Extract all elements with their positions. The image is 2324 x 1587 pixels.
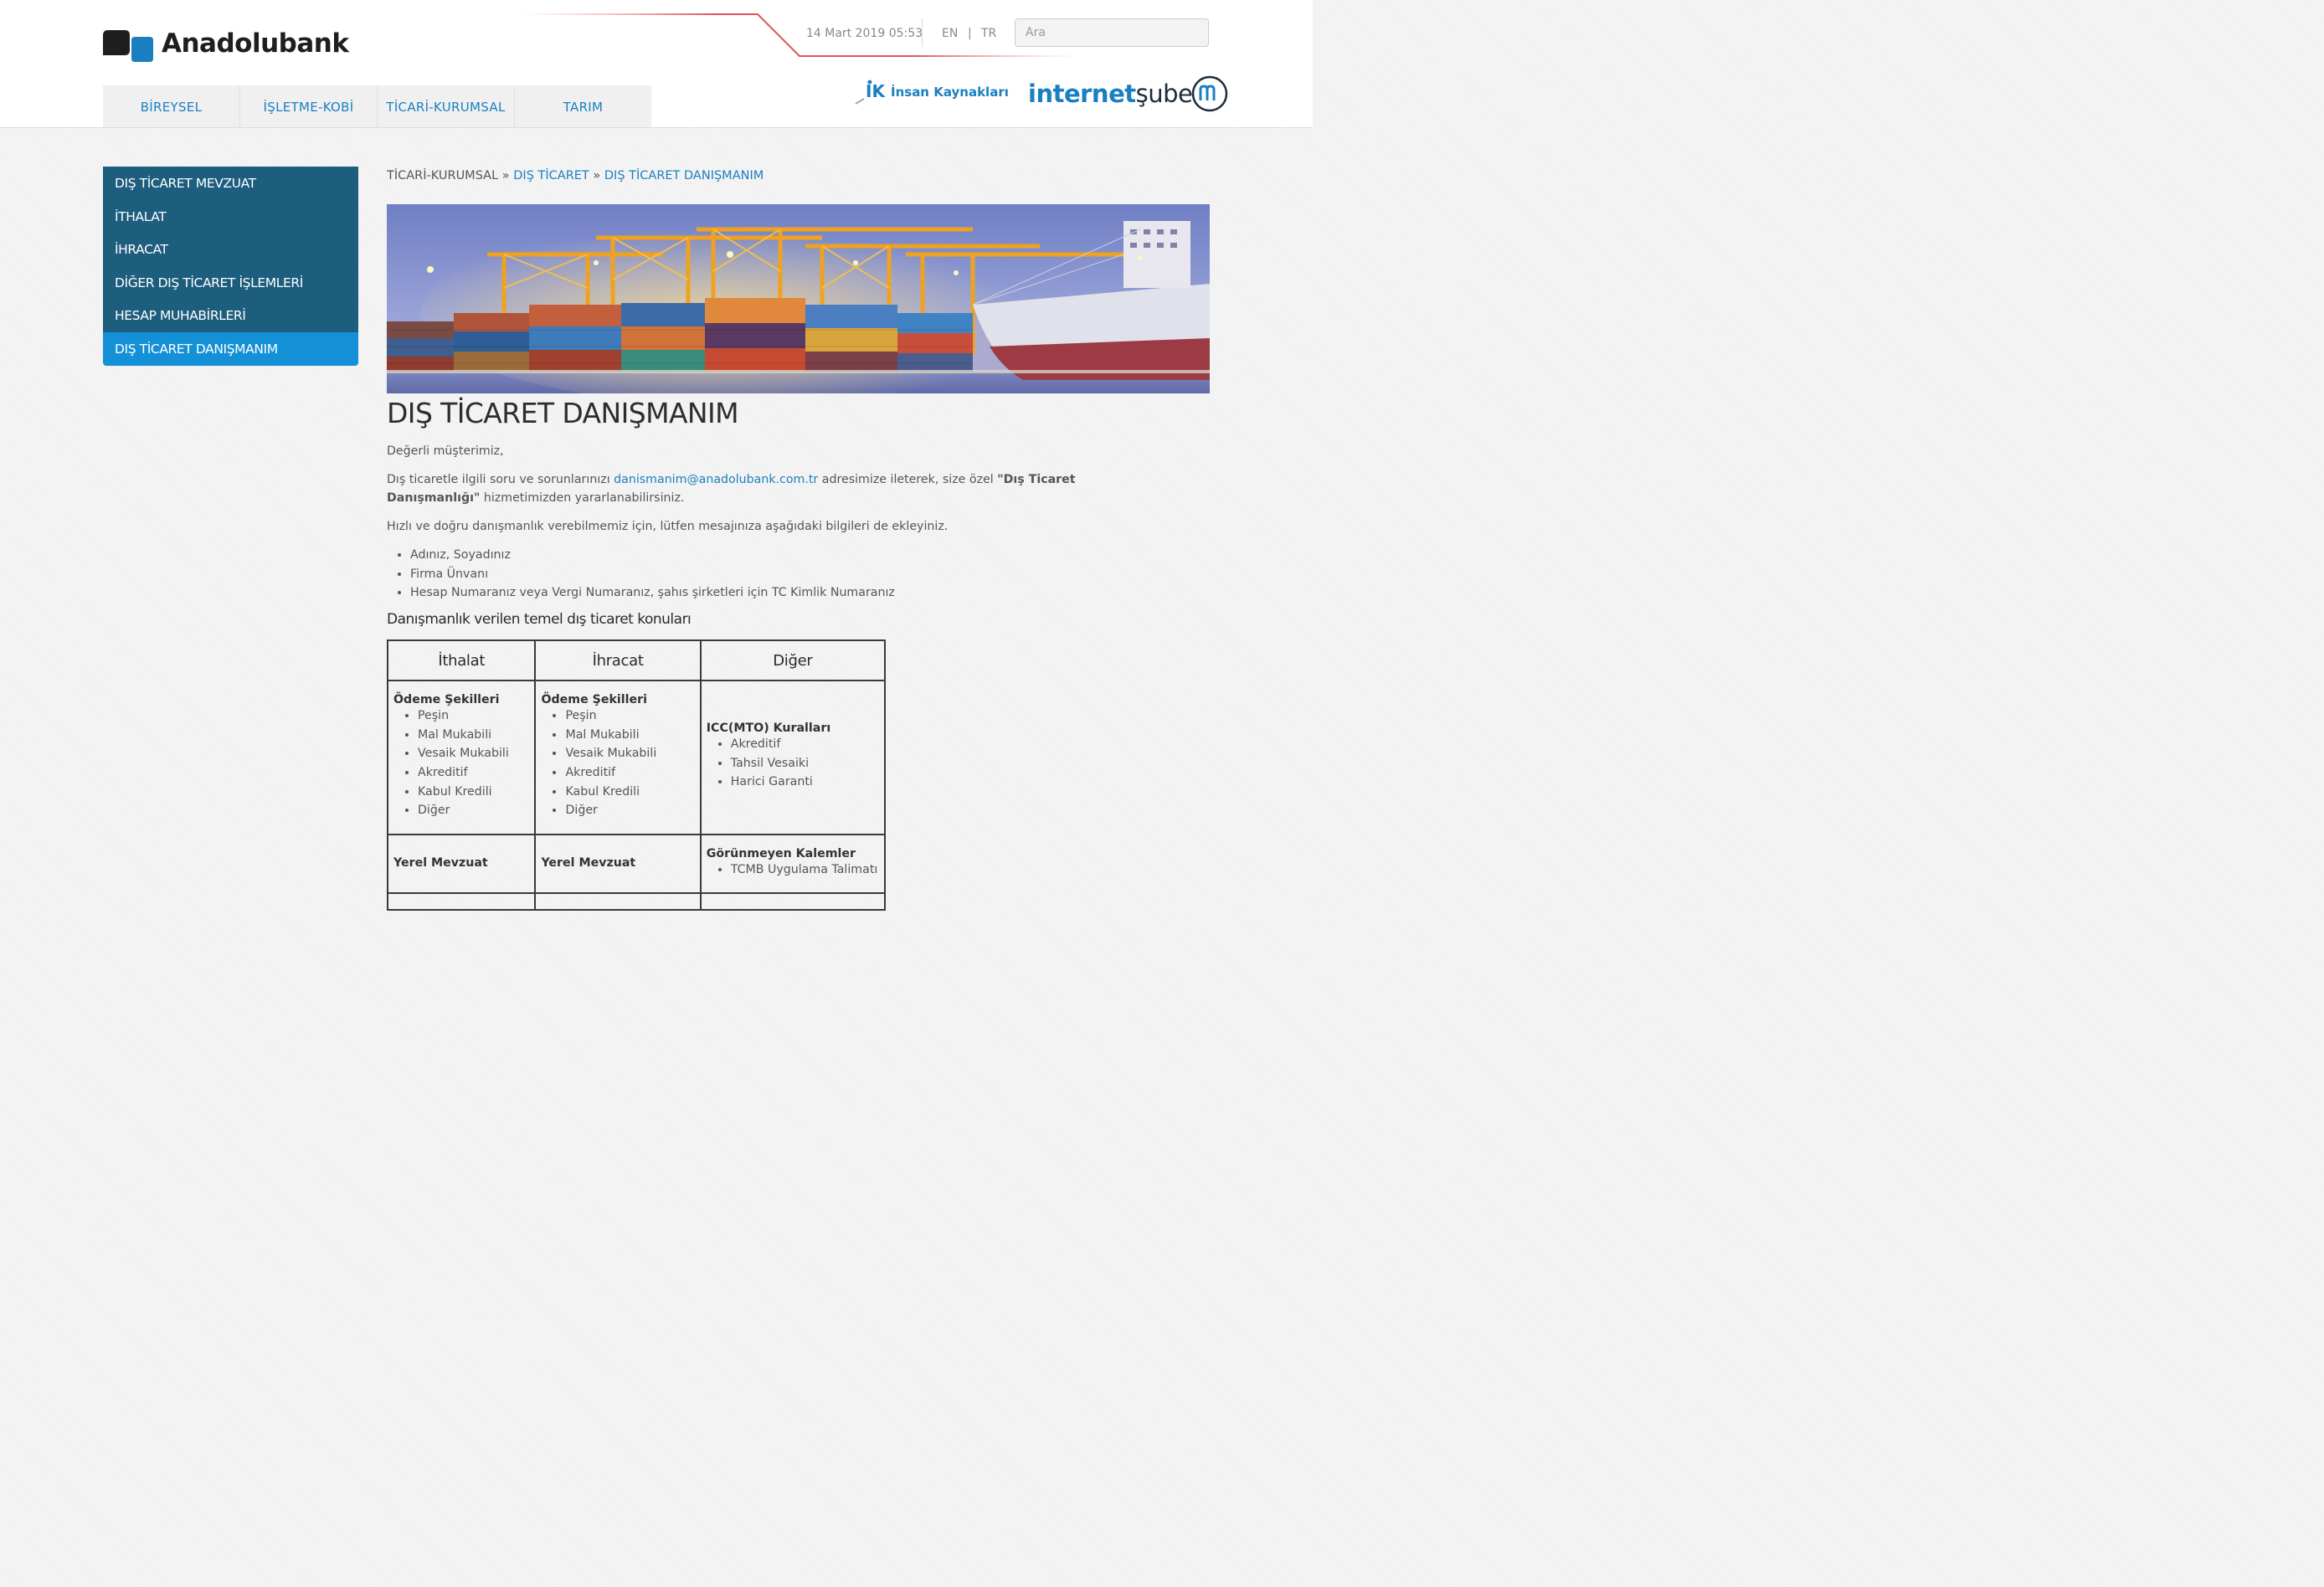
internet-sube-link[interactable]: internet şube: [1028, 74, 1229, 114]
list-item: Kabul Kredili: [418, 783, 529, 802]
cell-title: Ödeme Şekilleri: [393, 692, 500, 706]
table-row: [386, 892, 887, 911]
table-cell: Görünmeyen Kalemler TCMB Uygulama Talima…: [699, 834, 887, 894]
table-cell: Ödeme Şekilleri Peşin Mal Mukabili Vesai…: [386, 680, 537, 835]
sidebar-item-dis-ticaret-mevzuat[interactable]: DIŞ TİCARET MEVZUAT: [103, 167, 358, 200]
cell-title: Görünmeyen Kalemler: [706, 846, 856, 860]
intro-text-end: hizmetimizden yararlanabilirsiniz.: [480, 491, 685, 505]
list-item: Akreditif: [418, 763, 529, 783]
cell-title: Ödeme Şekilleri: [541, 692, 647, 706]
table-header-row: İthalat İhracat Diğer: [386, 639, 887, 681]
nav-item-bireysel[interactable]: BİREYSEL: [103, 85, 240, 127]
table-row: Ödeme Şekilleri Peşin Mal Mukabili Vesai…: [386, 680, 887, 835]
isube-text-sube: şube: [1135, 80, 1193, 108]
list-item: Mal Mukabili: [418, 726, 529, 745]
sidebar-item-ihracat[interactable]: İHRACAT: [103, 233, 358, 266]
search-input[interactable]: [1015, 18, 1209, 47]
list-item: Hesap Numaranız veya Vergi Numaranız, şa…: [410, 583, 895, 603]
ik-label: İnsan Kaynakları: [891, 85, 1009, 100]
intro-text-middle: adresimize ileterek, size özel: [818, 473, 998, 486]
site-header: Anadolubank 14 Mart 2019 05:53 EN | TR B…: [0, 0, 1313, 128]
table-cell: Ödeme Şekilleri Peşin Mal Mukabili Vesai…: [534, 680, 702, 835]
intro-text-start: Dış ticaretle ilgili soru ve sorunlarını…: [387, 473, 614, 486]
lang-tr-link[interactable]: TR: [981, 27, 996, 40]
greeting-text: Değerli müşterimiz,: [387, 444, 504, 458]
table-row: Yerel Mevzuat Yerel Mevzuat Görünmeyen K…: [386, 834, 887, 894]
list-item: Diğer: [418, 801, 529, 820]
list-item: Kabul Kredili: [565, 783, 694, 802]
list-item: Adınız, Soyadınız: [410, 546, 895, 565]
list-item: Peşin: [565, 706, 694, 726]
cell-list: Peşin Mal Mukabili Vesaik Mukabili Akred…: [393, 706, 529, 820]
decorative-red-line: [519, 13, 1080, 57]
nav-item-isletme-kobi[interactable]: İŞLETME-KOBİ: [240, 85, 378, 127]
list-item: Firma Ünvanı: [410, 565, 895, 584]
list-item: Diğer: [565, 801, 694, 820]
current-datetime: 14 Mart 2019 05:53: [806, 27, 923, 40]
insan-kaynaklari-link[interactable]: İK İnsan Kaynakları: [854, 79, 1009, 105]
info-request-text: Hızlı ve doğru danışmanlık verebilmemiz …: [387, 520, 949, 533]
table-cell: ICC(MTO) Kuralları Akreditif Tahsil Vesa…: [699, 680, 887, 835]
sidebar-item-hesap-muhabirleri[interactable]: HESAP MUHABİRLERİ: [103, 299, 358, 332]
breadcrumb-root[interactable]: TİCARİ-KURUMSAL: [387, 169, 498, 182]
cell-title: Yerel Mevzuat: [393, 856, 488, 870]
main-nav: BİREYSEL İŞLETME-KOBİ TİCARİ-KURUMSAL TA…: [103, 85, 651, 127]
column-header-ithalat: İthalat: [386, 639, 537, 681]
list-item: Vesaik Mukabili: [418, 744, 529, 763]
table-cell: [534, 892, 702, 911]
sidebar-item-ithalat[interactable]: İTHALAT: [103, 199, 358, 234]
email-link[interactable]: danismanim@anadolubank.com.tr: [614, 473, 818, 486]
list-item: Tahsil Vesaiki: [731, 754, 879, 773]
column-header-diger: Diğer: [699, 639, 887, 681]
sidebar-menu: DIŞ TİCARET MEVZUAT İTHALAT İHRACAT DİĞE…: [103, 167, 358, 366]
sidebar-item-dis-ticaret-danismanim[interactable]: DIŞ TİCARET DANIŞMANIM: [103, 331, 358, 366]
table-cell: [699, 892, 887, 911]
page-title: DIŞ TİCARET DANIŞMANIM: [387, 397, 739, 429]
list-item: Mal Mukabili: [565, 726, 694, 745]
topics-table: İthalat İhracat Diğer Ödeme Şekilleri Pe…: [386, 639, 887, 911]
breadcrumb-current[interactable]: DIŞ TİCARET DANIŞMANIM: [604, 169, 764, 182]
list-item: Akreditif: [565, 763, 694, 783]
cell-list: TCMB Uygulama Talimatı: [707, 860, 879, 880]
list-item: Vesaik Mukabili: [565, 744, 694, 763]
logo-mark-icon: [103, 30, 153, 62]
list-item: Akreditif: [731, 735, 879, 754]
breadcrumb: TİCARİ-KURUMSAL » DIŞ TİCARET » DIŞ TİCA…: [387, 169, 764, 182]
table-cell: Yerel Mevzuat: [534, 834, 702, 894]
isube-text-internet: internet: [1028, 80, 1136, 108]
cell-title: Yerel Mevzuat: [541, 856, 636, 870]
nav-item-tarim[interactable]: TARIM: [515, 85, 651, 127]
sidebar-item-diger-islemler[interactable]: DİĞER DIŞ TİCARET İŞLEMLERİ: [103, 265, 358, 300]
isube-m-icon: [1192, 75, 1228, 112]
column-header-ihracat: İhracat: [534, 639, 702, 681]
breadcrumb-dis-ticaret[interactable]: DIŞ TİCARET: [513, 169, 589, 182]
table-heading: Danışmanlık verilen temel dış ticaret ko…: [387, 611, 692, 628]
lang-en-link[interactable]: EN: [942, 27, 958, 40]
breadcrumb-separator: »: [501, 169, 510, 182]
list-item: Harici Garanti: [731, 773, 879, 792]
port-banner-image: [387, 204, 1210, 393]
brand-name: Anadolubank: [162, 28, 349, 59]
topbar-divider: [922, 18, 923, 47]
nav-item-ticari-kurumsal[interactable]: TİCARİ-KURUMSAL: [378, 85, 515, 127]
table-cell: Yerel Mevzuat: [386, 834, 537, 894]
ik-logo-text: İK: [866, 81, 886, 101]
list-item: Peşin: [418, 706, 529, 726]
intro-paragraph: Dış ticaretle ilgili soru ve sorunlarını…: [387, 470, 1107, 507]
cell-list: Peşin Mal Mukabili Vesaik Mukabili Akred…: [541, 706, 694, 820]
cell-title: ICC(MTO) Kuralları: [706, 721, 831, 735]
table-cell: [386, 892, 537, 911]
required-info-list: Adınız, Soyadınız Firma Ünvanı Hesap Num…: [393, 546, 895, 603]
list-item: TCMB Uygulama Talimatı: [731, 860, 879, 880]
ik-logo-icon: İK: [855, 80, 886, 105]
cell-list: Akreditif Tahsil Vesaiki Harici Garanti: [707, 735, 879, 792]
breadcrumb-separator: »: [593, 169, 601, 182]
lang-separator: |: [968, 27, 972, 40]
